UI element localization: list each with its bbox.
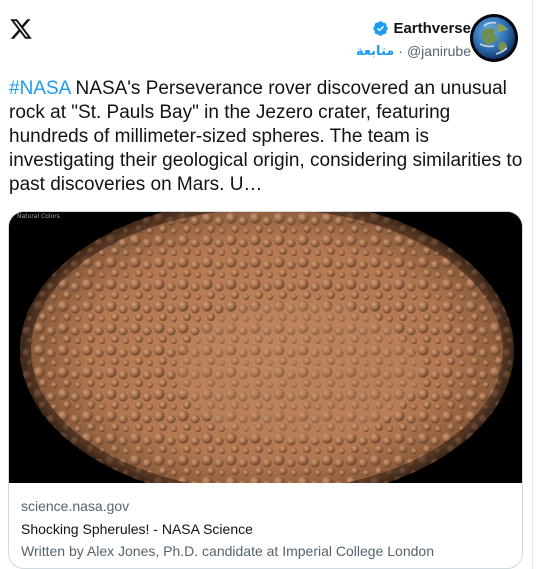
tweet-text: #NASA NASA's Perseverance rover discover… [9, 77, 524, 197]
card-description: Written by Alex Jones, Ph.D. candidate a… [21, 543, 434, 559]
earth-globe-avatar [470, 14, 518, 62]
author-avatar[interactable] [470, 14, 518, 62]
link-card[interactable]: Natural Colors science.nasa.gov Shocking… [8, 211, 523, 569]
tweet-body: NASA's Perseverance rover discovered an … [9, 78, 523, 195]
separator-dot: · [398, 43, 403, 59]
tweet-embed: Earthverse متابعة · @janirube #NASA NASA… [0, 0, 533, 569]
hashtag-link[interactable]: #NASA [9, 78, 70, 99]
follow-link[interactable]: متابعة [356, 44, 394, 59]
card-title[interactable]: Shocking Spherules! - NASA Science [21, 521, 253, 537]
card-domain: science.nasa.gov [21, 498, 130, 514]
image-watermark: Natural Colors [17, 213, 60, 220]
author-info: Earthverse متابعة · @janirube [356, 20, 471, 59]
rock-photo [9, 212, 522, 502]
author-handle[interactable]: @janirube [407, 43, 471, 59]
author-display-name[interactable]: Earthverse [393, 20, 471, 37]
x-logo-icon[interactable] [9, 17, 33, 41]
card-image[interactable]: Natural Colors [9, 212, 522, 502]
verified-badge-icon [373, 21, 389, 36]
